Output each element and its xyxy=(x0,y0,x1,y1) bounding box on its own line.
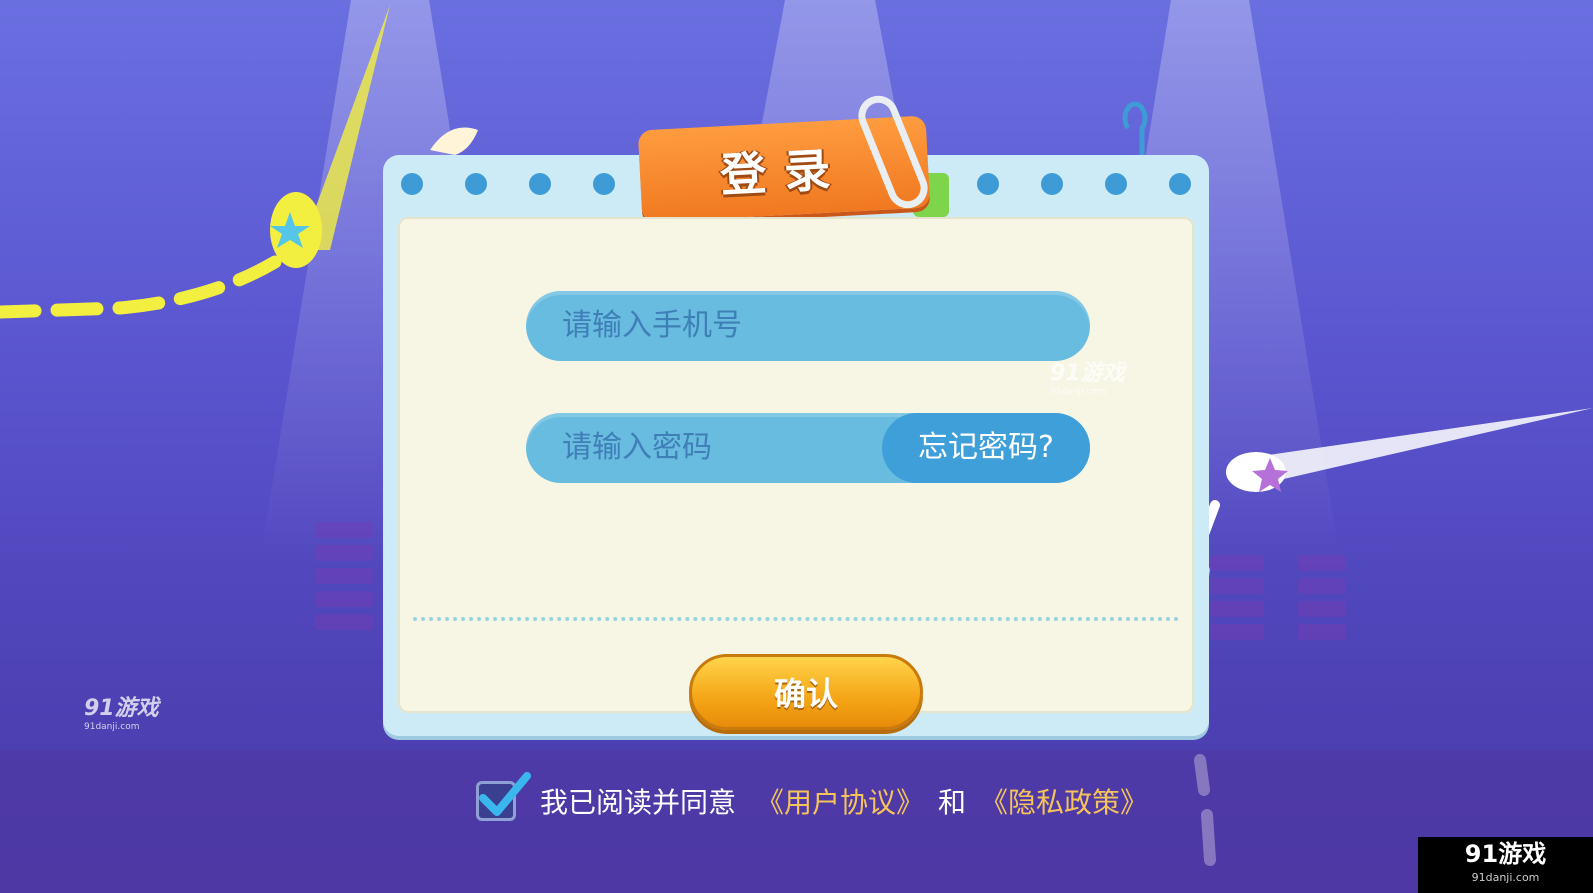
corner-brand: 91游戏 xyxy=(1464,840,1547,868)
equalizer-decoration xyxy=(315,522,373,630)
equalizer-decoration xyxy=(1210,555,1264,640)
login-dialog: 登录 请输入手机号 91游戏 91danji.com 请输入密码 忘记密码? 确… xyxy=(383,89,1209,736)
checkmark-icon xyxy=(479,772,531,816)
agreement-row: 我已阅读并同意 《用户协议》 和 《隐私政策》 xyxy=(476,772,1148,826)
agreement-text: 我已阅读并同意 xyxy=(540,786,737,819)
binder-hole xyxy=(977,173,999,195)
binder-hole xyxy=(465,173,487,195)
equalizer-decoration xyxy=(1298,555,1346,640)
binder-hole xyxy=(529,173,551,195)
watermark-brand: 91游戏 xyxy=(84,696,159,721)
form-panel: 请输入手机号 91游戏 91danji.com 请输入密码 忘记密码? 确认 xyxy=(398,217,1194,730)
password-placeholder: 请输入密码 xyxy=(562,430,712,465)
user-agreement-link[interactable]: 《用户协议》 xyxy=(756,781,924,821)
dialog-title: 登录 xyxy=(718,141,850,203)
password-input[interactable]: 请输入密码 忘记密码? xyxy=(526,413,1090,483)
binder-hole xyxy=(1041,173,1063,195)
agreement-checkbox[interactable] xyxy=(476,772,531,821)
phone-input[interactable]: 请输入手机号 xyxy=(526,291,1090,361)
privacy-policy-link[interactable]: 《隐私政策》 xyxy=(980,781,1148,821)
confirm-button[interactable]: 确认 xyxy=(689,654,923,730)
binder-hole xyxy=(593,173,615,195)
watermark-domain: 91danji.com xyxy=(1050,387,1106,397)
agreement-and: 和 xyxy=(938,786,967,819)
binder-hole xyxy=(401,173,423,195)
corner-domain: 91danji.com xyxy=(1471,871,1540,884)
binder-hole xyxy=(1105,173,1127,195)
corner-watermark-logo: 91游戏 91danji.com xyxy=(1418,837,1593,893)
watermark-brand: 91游戏 xyxy=(1050,361,1125,386)
watermark-logo: 91游戏 91danji.com xyxy=(1050,355,1125,397)
watermark-logo: 91游戏 91danji.com xyxy=(84,690,159,732)
dotted-divider xyxy=(413,617,1179,621)
binder-hole xyxy=(1169,173,1191,195)
watermark-domain: 91danji.com xyxy=(84,722,140,732)
phone-placeholder: 请输入手机号 xyxy=(562,308,742,343)
forgot-password-button[interactable]: 忘记密码? xyxy=(882,413,1090,483)
